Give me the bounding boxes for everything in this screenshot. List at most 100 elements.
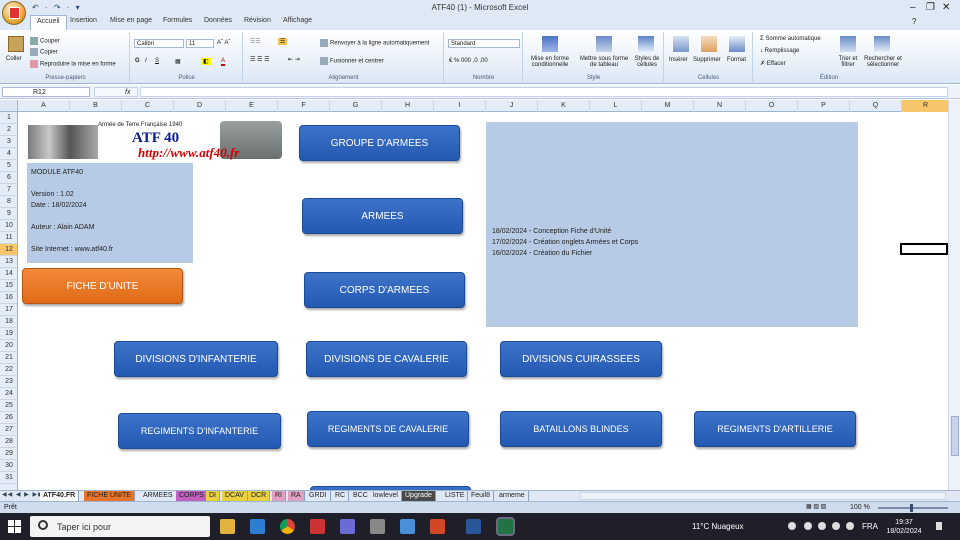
find-select-button[interactable]: Rechercher et sélectionner [862, 56, 904, 68]
tab-revision[interactable]: Révision [244, 17, 271, 24]
vertical-scroll-thumb[interactable] [951, 416, 959, 456]
row-header[interactable]: 17 [0, 304, 17, 316]
row-header[interactable]: 9 [0, 208, 17, 220]
windows-start-icon[interactable] [8, 520, 21, 533]
grow-font-icon[interactable]: Aˆ Aˇ [217, 40, 230, 46]
app-icon[interactable] [370, 519, 385, 534]
row-header[interactable]: 8 [0, 196, 17, 208]
row-header[interactable]: 4 [0, 148, 17, 160]
font-size-select[interactable]: 11 [186, 39, 214, 48]
copy-button[interactable]: Copier [30, 48, 58, 56]
fill-color-icon[interactable]: ◧ [201, 58, 211, 65]
row-header[interactable]: 25 [0, 400, 17, 412]
column-header[interactable]: R [902, 100, 950, 112]
cell-styles-icon[interactable] [638, 36, 654, 52]
format-painter-button[interactable]: Reproduire la mise en forme [30, 60, 116, 68]
sheet-tab[interactable]: LISTE [442, 491, 469, 501]
network-icon[interactable] [818, 522, 826, 530]
armees-button[interactable]: ARMEES [302, 198, 463, 234]
merge-center-button[interactable]: Fusionner et centrer [320, 57, 384, 65]
tray-icon[interactable] [804, 522, 812, 530]
row-header[interactable]: 15 [0, 280, 17, 292]
align-left-icon[interactable]: ☰ ☰ ☰ [250, 56, 269, 63]
minimize-icon[interactable]: – [910, 2, 916, 13]
tab-mise-en-page[interactable]: Mise en page [110, 17, 152, 24]
column-header[interactable]: N [694, 100, 746, 112]
row-header[interactable]: 11 [0, 232, 17, 244]
insert-icon[interactable] [673, 36, 689, 52]
borders-icon[interactable]: ▦ [175, 58, 181, 65]
format-button[interactable]: Format [727, 57, 746, 63]
app-icon[interactable] [340, 519, 355, 534]
row-header[interactable]: 27 [0, 424, 17, 436]
row-header[interactable]: 13 [0, 256, 17, 268]
row-header[interactable]: 10 [0, 220, 17, 232]
sheet-tab[interactable]: FICHE UNITE [84, 491, 135, 501]
office-button[interactable] [2, 1, 26, 25]
sheet-tab[interactable]: DCR [248, 491, 271, 501]
row-header[interactable]: 28 [0, 436, 17, 448]
sheet-tab[interactable]: armeme [496, 491, 529, 501]
cut-button[interactable]: Couper [30, 37, 60, 45]
row-header[interactable]: 3 [0, 136, 17, 148]
italic-icon[interactable]: I [145, 58, 147, 64]
name-box[interactable]: R12 [2, 87, 90, 97]
binoculars-icon[interactable] [874, 36, 890, 52]
zoom-slider-thumb[interactable] [910, 504, 913, 512]
column-header[interactable]: C [122, 100, 174, 112]
table-format-button[interactable]: Mettre sous forme de tableau [576, 56, 632, 68]
zoom-level[interactable]: 100 % [850, 504, 870, 511]
row-header[interactable]: 18 [0, 316, 17, 328]
conditional-format-icon[interactable] [542, 36, 558, 52]
column-header[interactable]: B [70, 100, 122, 112]
tab-navigation-icon[interactable]: ◀◀ ◀ ▶ ▶▶ [2, 491, 44, 498]
restore-icon[interactable]: ❐ [926, 2, 935, 13]
help-icon[interactable]: ? [912, 17, 916, 26]
column-header[interactable]: L [590, 100, 642, 112]
word-icon[interactable] [466, 519, 481, 534]
delete-button[interactable]: Supprimer [693, 57, 721, 63]
bataillons-blindes-button[interactable]: BATAILLONS BLINDES [500, 411, 662, 447]
fill-button[interactable]: ↓ Remplissage [760, 48, 799, 54]
zoom-slider[interactable] [878, 507, 948, 509]
sheet-tab[interactable]: DI [206, 491, 220, 501]
sheet-tab[interactable]: BCC [350, 491, 372, 501]
worksheet[interactable]: Armée de Terre Française 1940 ATF 40 htt… [18, 112, 948, 490]
sheet-tab[interactable]: Feuil8 [468, 491, 495, 501]
column-header[interactable]: A [18, 100, 70, 112]
row-header[interactable]: 26 [0, 412, 17, 424]
font-color-icon[interactable]: A [221, 58, 226, 66]
volume-icon[interactable] [832, 522, 840, 530]
tab-accueil[interactable]: Accueil [30, 15, 67, 30]
column-header[interactable]: D [174, 100, 226, 112]
delete-icon[interactable] [701, 36, 717, 52]
tray-icon[interactable] [788, 522, 796, 530]
column-header[interactable]: I [434, 100, 486, 112]
sheet-tab[interactable]: lowlevel [370, 491, 402, 501]
selected-cell[interactable] [900, 243, 948, 255]
currency-icon[interactable]: € % 000 ,0 ,00 [449, 58, 488, 64]
row-header[interactable]: 14 [0, 268, 17, 280]
banner-url[interactable]: http://www.atf40.fr [138, 145, 239, 161]
sort-filter-button[interactable]: Trier et filtrer [834, 56, 862, 68]
groupe-armees-button[interactable]: GROUPE D'ARMEES [299, 125, 460, 161]
row-header[interactable]: 12 [0, 244, 17, 256]
tab-donnees[interactable]: Données [204, 17, 232, 24]
view-normal-icon[interactable]: ▦ ▧ ▨ [806, 503, 826, 510]
clock[interactable]: 19:37 18/02/2024 [884, 518, 924, 536]
format-icon[interactable] [729, 36, 745, 52]
sheet-tab[interactable]: RI [272, 491, 286, 501]
row-header[interactable]: 20 [0, 340, 17, 352]
column-header[interactable]: Q [850, 100, 902, 112]
paste-icon[interactable] [8, 36, 24, 52]
weather-widget[interactable]: 11°C Nuageux [692, 522, 744, 531]
app-icon[interactable] [310, 519, 325, 534]
row-header[interactable]: 2 [0, 124, 17, 136]
align-top-icon[interactable]: ☰☰ [250, 38, 261, 45]
column-header[interactable]: H [382, 100, 434, 112]
row-header[interactable]: 23 [0, 376, 17, 388]
divisions-cuirassees-button[interactable]: DIVISIONS CUIRASSEES [500, 341, 662, 377]
column-header[interactable]: F [278, 100, 330, 112]
language-indicator[interactable]: FRA [862, 522, 878, 531]
row-header[interactable]: 29 [0, 448, 17, 460]
